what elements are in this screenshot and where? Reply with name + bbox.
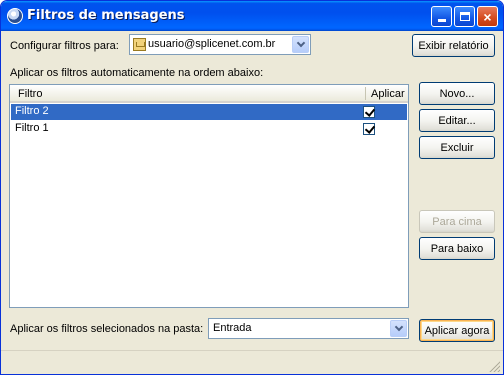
new-filter-button[interactable]: Novo... xyxy=(419,82,495,105)
status-bar xyxy=(1,350,503,374)
move-down-button[interactable]: Para baixo xyxy=(419,237,495,260)
mail-account-icon xyxy=(133,38,146,51)
delete-filter-button[interactable]: Excluir xyxy=(419,136,495,159)
account-select[interactable]: usuario@splicenet.com.br xyxy=(129,34,311,55)
apply-checkbox[interactable] xyxy=(363,123,375,135)
account-value: usuario@splicenet.com.br xyxy=(148,38,276,50)
window-title: Filtros de mensagens xyxy=(27,8,185,23)
minimize-button[interactable] xyxy=(431,6,452,27)
close-button[interactable]: × xyxy=(477,6,498,27)
thunderbird-icon xyxy=(7,8,23,24)
account-label: Configurar filtros para: xyxy=(10,40,119,52)
folder-select[interactable]: Entrada xyxy=(208,318,409,339)
list-caption: Aplicar os filtros automaticamente na or… xyxy=(10,67,264,79)
filter-list[interactable]: Filtro Aplicar Filtro 2 Filtro 1 xyxy=(9,84,409,308)
folder-dropdown-button[interactable] xyxy=(390,320,407,337)
filters-dialog: Filtros de mensagens × Configurar filtro… xyxy=(0,0,504,375)
list-item[interactable]: Filtro 1 xyxy=(11,121,407,137)
chevron-down-icon xyxy=(296,38,305,48)
move-up-button[interactable]: Para cima xyxy=(419,210,495,233)
chevron-down-icon xyxy=(394,322,403,332)
resize-grip-icon[interactable] xyxy=(488,360,500,372)
column-separator[interactable] xyxy=(365,87,366,100)
account-dropdown-button[interactable] xyxy=(292,36,309,53)
close-icon: × xyxy=(483,8,492,25)
column-header-apply[interactable]: Aplicar xyxy=(371,88,405,100)
filter-name: Filtro 1 xyxy=(15,122,49,134)
list-header: Filtro Aplicar xyxy=(10,85,408,103)
maximize-button[interactable] xyxy=(454,6,475,27)
show-log-button[interactable]: Exibir relatório xyxy=(412,34,495,57)
edit-filter-button[interactable]: Editar... xyxy=(419,109,495,132)
column-header-filter[interactable]: Filtro xyxy=(18,88,42,100)
maximize-icon xyxy=(459,12,470,21)
title-bar[interactable]: Filtros de mensagens × xyxy=(1,1,503,31)
folder-label: Aplicar os filtros selecionados na pasta… xyxy=(10,323,204,335)
filter-name: Filtro 2 xyxy=(15,105,49,117)
apply-checkbox[interactable] xyxy=(363,106,375,118)
list-item[interactable]: Filtro 2 xyxy=(11,104,407,120)
minimize-icon xyxy=(437,19,446,22)
apply-now-button[interactable]: Aplicar agora xyxy=(419,319,495,342)
folder-value: Entrada xyxy=(213,322,252,334)
